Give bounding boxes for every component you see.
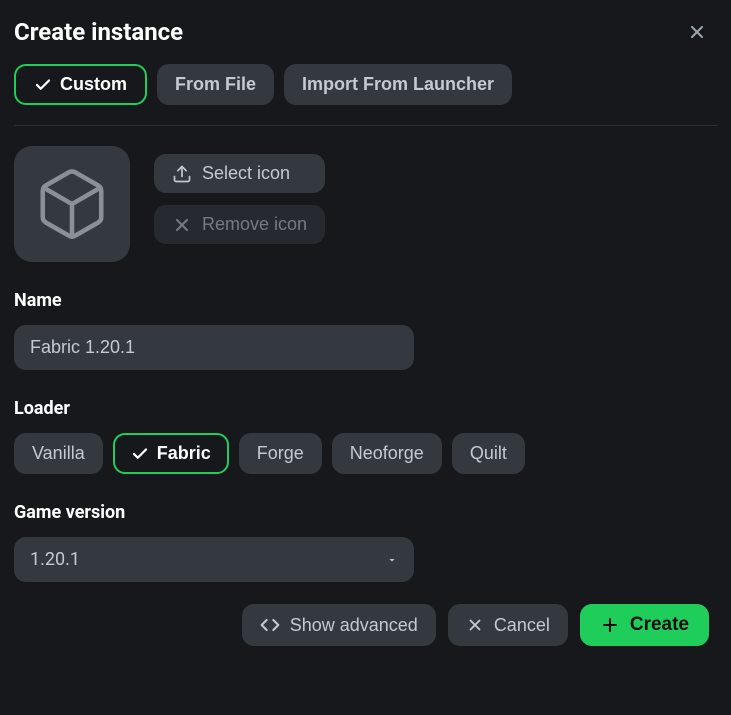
- pill-label: Forge: [257, 443, 304, 464]
- check-icon: [34, 76, 52, 94]
- remove-icon-button: Remove icon: [154, 205, 325, 244]
- version-label: Game version: [14, 502, 717, 523]
- check-icon: [131, 445, 149, 463]
- close-icon: [687, 22, 707, 42]
- tab-from-file[interactable]: From File: [157, 64, 274, 105]
- cube-icon: [33, 165, 111, 243]
- close-button[interactable]: [683, 18, 711, 46]
- button-label: Show advanced: [290, 615, 418, 636]
- code-icon: [260, 615, 280, 635]
- version-select[interactable]: 1.20.1: [14, 537, 414, 582]
- button-label: Select icon: [202, 163, 290, 184]
- cancel-button[interactable]: Cancel: [448, 604, 568, 646]
- pill-label: Neoforge: [350, 443, 424, 464]
- close-icon: [466, 616, 484, 634]
- name-input[interactable]: [14, 325, 414, 370]
- loader-option-quilt[interactable]: Quilt: [452, 433, 525, 474]
- select-icon-button[interactable]: Select icon: [154, 154, 325, 193]
- tab-label: Custom: [60, 74, 127, 95]
- tab-custom[interactable]: Custom: [14, 64, 147, 105]
- tab-label: Import From Launcher: [302, 74, 494, 95]
- loader-option-fabric[interactable]: Fabric: [113, 433, 229, 474]
- icon-preview[interactable]: [14, 146, 130, 262]
- button-label: Remove icon: [202, 214, 307, 235]
- close-icon: [172, 215, 192, 235]
- pill-label: Fabric: [157, 443, 211, 464]
- chevron-down-icon: [386, 554, 398, 566]
- pill-label: Quilt: [470, 443, 507, 464]
- loader-option-forge[interactable]: Forge: [239, 433, 322, 474]
- loader-label: Loader: [14, 398, 717, 419]
- show-advanced-button[interactable]: Show advanced: [242, 604, 436, 646]
- pill-label: Vanilla: [32, 443, 85, 464]
- tab-label: From File: [175, 74, 256, 95]
- button-label: Cancel: [494, 615, 550, 636]
- name-label: Name: [14, 290, 717, 311]
- plus-icon: [600, 615, 620, 635]
- select-value: 1.20.1: [30, 549, 80, 570]
- source-tabs: Custom From File Import From Launcher: [14, 64, 717, 126]
- loader-option-neoforge[interactable]: Neoforge: [332, 433, 442, 474]
- loader-option-vanilla[interactable]: Vanilla: [14, 433, 103, 474]
- create-button[interactable]: Create: [580, 604, 709, 646]
- upload-icon: [172, 164, 192, 184]
- button-label: Create: [630, 614, 689, 636]
- tab-import-launcher[interactable]: Import From Launcher: [284, 64, 512, 105]
- page-title: Create instance: [14, 18, 183, 46]
